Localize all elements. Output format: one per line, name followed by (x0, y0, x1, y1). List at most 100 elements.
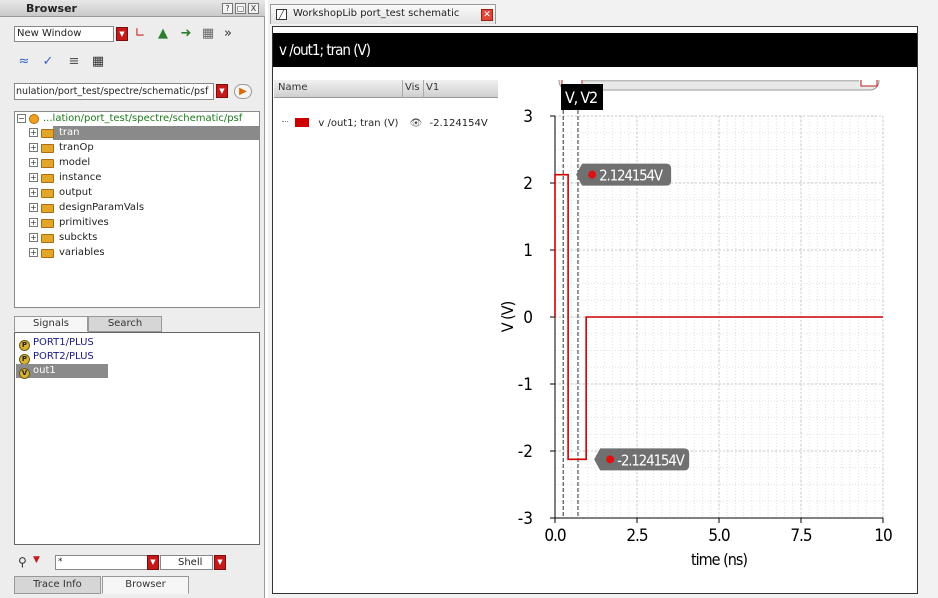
tree-item-tranop[interactable]: + tranOp (15, 141, 259, 155)
signal-label: out1 (33, 365, 56, 376)
expand-icon[interactable]: + (29, 173, 38, 182)
shell-dropdown-icon[interactable]: ▼ (214, 555, 226, 570)
browse-folder-icon[interactable]: ▶ (234, 84, 252, 99)
y-tick-label: -3 (518, 509, 533, 529)
folder-icon (41, 129, 54, 138)
signal-label: PORT2/PLUS (33, 351, 94, 362)
float-button[interactable]: ▢ (235, 3, 246, 14)
folder-icon (41, 159, 54, 168)
window-tab[interactable]: ╱ WorkshopLib port_test schematic ✕ (270, 4, 496, 24)
tree-item-model[interactable]: + model (15, 156, 259, 170)
y-tick-label: 2 (523, 174, 533, 194)
browser-titlebar: Browser ? ▢ X (0, 0, 265, 17)
list-icon[interactable]: ≡ (66, 54, 82, 70)
schematic-icon: ╱ (276, 9, 287, 20)
legend-trace-name: v /out1; tran (V) (318, 118, 399, 129)
x-tick-label: 10 (874, 526, 892, 546)
plot-area: 0.0 2.5 5.0 7.5 10 3 2 1 0 -1 -2 -3 time (ns) V (V) 2.… (498, 69, 917, 592)
tree-item-label: tranOp (59, 142, 94, 153)
path-dropdown-icon[interactable]: ▼ (216, 84, 228, 98)
tab-search[interactable]: Search (88, 316, 162, 332)
tab-trace-info[interactable]: Trace Info (14, 576, 101, 594)
import-icon[interactable]: ➜ (178, 26, 194, 42)
search-icon[interactable]: ⚲ (18, 555, 27, 569)
y-axis-label: V (V) (499, 301, 517, 332)
marker-dot (606, 455, 615, 464)
results-tree: − ...lation/port_test/spectre/schematic/… (14, 111, 260, 308)
folder-icon (41, 189, 54, 198)
bottom-tabs: Trace Info Browser (14, 576, 260, 594)
folder-icon (41, 234, 54, 243)
folder-icon (41, 174, 54, 183)
plot-icon[interactable]: ∟ (132, 26, 148, 42)
tree-item-designparamvals[interactable]: + designParamVals (15, 201, 259, 215)
expand-icon[interactable]: + (29, 248, 38, 257)
tree-connector (282, 121, 288, 122)
legend-header: Name Vis V1 (274, 80, 498, 98)
legend-header-v1: V1 (426, 82, 440, 93)
expand-icon[interactable]: + (29, 143, 38, 152)
window-tab-label: WorkshopLib port_test schematic (293, 8, 460, 19)
legend-trace-value: -2.124154V (429, 118, 488, 129)
zoom-right-handle[interactable] (860, 73, 878, 87)
tab-signals[interactable]: Signals (14, 316, 88, 332)
header-divider (423, 80, 424, 98)
tree-root-label: ...lation/port_test/spectre/schematic/ps… (43, 113, 243, 124)
help-button[interactable]: ? (222, 3, 233, 14)
expand-icon[interactable]: + (29, 203, 38, 212)
expand-icon[interactable]: + (29, 158, 38, 167)
more-tools-icon[interactable]: » (220, 26, 236, 42)
eye-icon[interactable]: 👁 (410, 118, 423, 129)
table-icon[interactable]: ▦ (200, 26, 216, 42)
browser-title: Browser (26, 2, 77, 15)
signal-port2-plus[interactable]: P PORT2/PLUS (19, 350, 94, 365)
expand-icon[interactable]: + (29, 188, 38, 197)
legend-header-name: Name (278, 82, 308, 93)
marker-label: -2.124154V (617, 451, 685, 469)
browser-panel: Browser ? ▢ X New Window ▼ ∟ ▲ ➜ ▦ » ≈ ✓… (0, 0, 265, 598)
tree-item-label: model (59, 157, 91, 168)
new-window-select[interactable]: New Window (14, 26, 114, 42)
cursor-icon[interactable]: ✓ (40, 54, 56, 70)
tree-item-tran[interactable]: + tran (29, 126, 259, 140)
wave-icon[interactable]: ≈ (16, 54, 32, 70)
results-icon (29, 114, 39, 124)
expand-icon[interactable]: + (29, 218, 38, 227)
marker-tag-label: V, V2 (565, 88, 597, 107)
x-tick-label: 7.5 (790, 526, 812, 546)
close-tab-icon[interactable]: ✕ (481, 9, 493, 21)
close-button[interactable]: X (248, 3, 259, 14)
tree-item-label: primitives (59, 217, 109, 228)
tree-root[interactable]: − ...lation/port_test/spectre/schematic/… (15, 112, 259, 126)
tab-browser[interactable]: Browser (102, 576, 189, 594)
signal-out1[interactable]: Vout1 (16, 364, 108, 379)
x-tick-label: 5.0 (708, 526, 730, 546)
hierarchy-icon[interactable]: ▦ (90, 54, 106, 70)
filter-input[interactable]: * (55, 555, 148, 570)
append-plot-icon[interactable]: ▲ (155, 26, 171, 42)
plot-title: v /out1; tran (V) (279, 41, 371, 59)
new-window-dropdown-icon[interactable]: ▼ (116, 27, 128, 41)
legend-header-vis: Vis (405, 82, 420, 93)
x-tick-label: 0.0 (544, 526, 566, 546)
tree-item-variables[interactable]: + variables (15, 246, 259, 260)
expand-icon[interactable]: + (29, 128, 38, 137)
results-path-input[interactable]: nulation/port_test/spectre/schematic/psf (14, 83, 214, 100)
tree-item-primitives[interactable]: + primitives (15, 216, 259, 230)
tree-item-label: variables (59, 247, 105, 258)
tree-item-instance[interactable]: + instance (15, 171, 259, 185)
tree-item-subckts[interactable]: + subckts (15, 231, 259, 245)
shell-select[interactable]: Shell (160, 555, 213, 570)
signal-label: PORT1/PLUS (33, 337, 94, 348)
search-options-icon[interactable]: ▼ (33, 555, 40, 565)
y-tick-label: 1 (523, 241, 533, 261)
filter-dropdown-icon[interactable]: ▼ (147, 555, 159, 570)
expand-icon[interactable]: + (29, 233, 38, 242)
signal-port1-plus[interactable]: P PORT1/PLUS (19, 336, 94, 351)
legend-row[interactable]: v /out1; tran (V) 👁 -2.124154V (282, 116, 496, 132)
folder-icon (41, 144, 54, 153)
tree-item-label: output (59, 187, 92, 198)
folder-icon (41, 219, 54, 228)
waveform-chart[interactable]: 0.0 2.5 5.0 7.5 103210-1-2-3time (ns)V (V)2.… (498, 69, 917, 592)
tree-item-output[interactable]: + output (15, 186, 259, 200)
